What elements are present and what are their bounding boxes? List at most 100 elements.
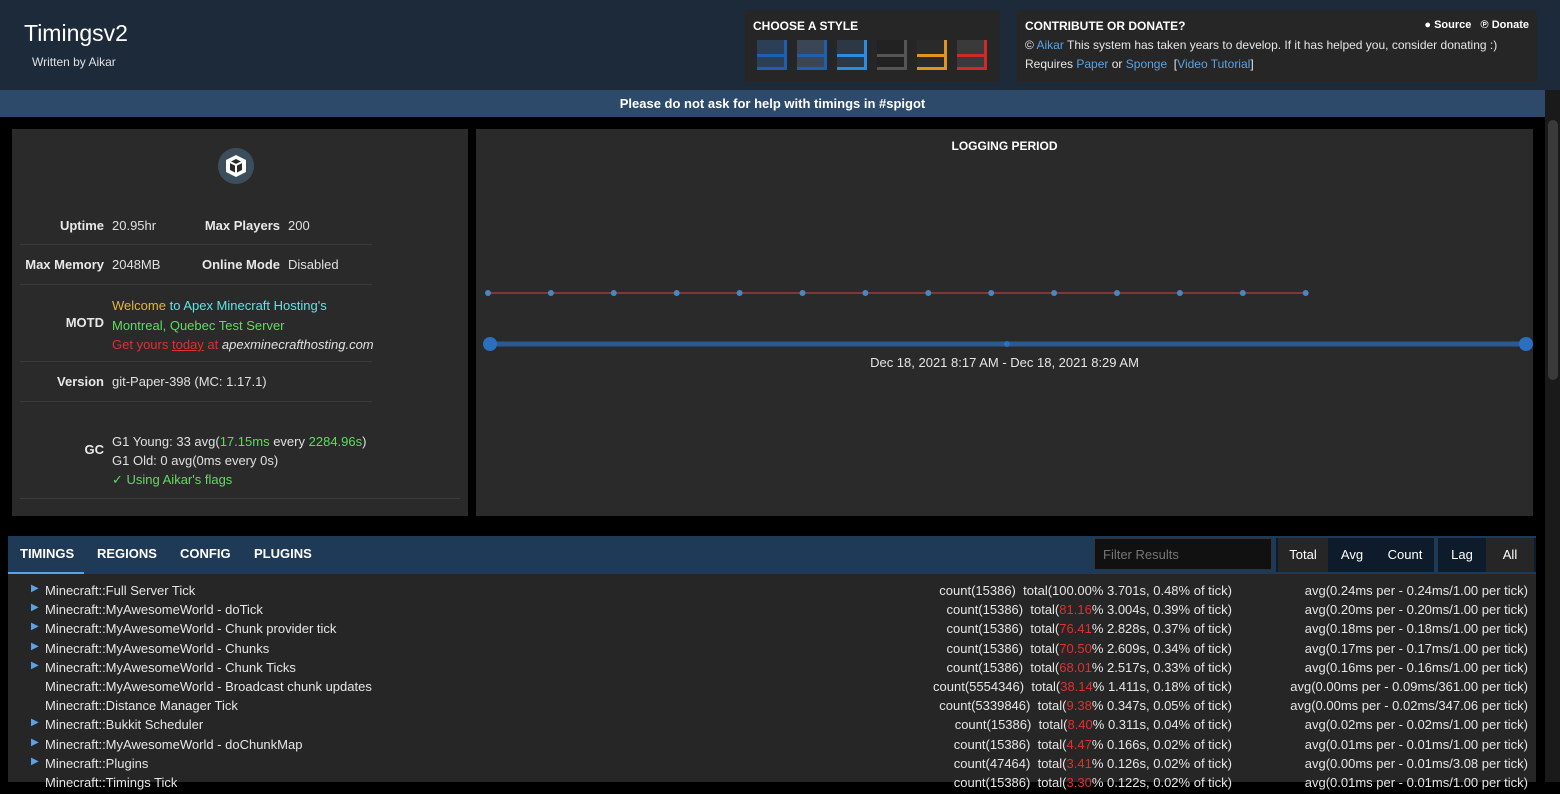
timing-row[interactable]: ▶ Minecraft::MyAwesomeWorld - Chunk provi… <box>8 621 1536 640</box>
timing-avg: avg(0.01ms per - 0.01ms/1.00 per tick) <box>1304 736 1528 752</box>
timing-count: count(15386) <box>953 736 1031 752</box>
graph-point[interactable] <box>673 290 680 296</box>
logging-period-chart[interactable] <box>476 129 1533 516</box>
filter-input[interactable] <box>1094 538 1272 570</box>
server-avatar <box>218 148 254 184</box>
timing-row[interactable]: ▶ Minecraft::MyAwesomeWorld - doChunkMap c… <box>8 737 1536 756</box>
timing-row[interactable]: ▶ Minecraft::MyAwesomeWorld - Chunk Ticks… <box>8 660 1536 679</box>
style-swatch-blue-dark[interactable] <box>757 40 787 70</box>
timing-total: count(5339846) total(9.38% 0.347s, 0.05%… <box>939 698 1232 713</box>
graph-point[interactable] <box>736 290 743 296</box>
video-tutorial-link[interactable]: Video Tutorial <box>1177 57 1250 71</box>
timing-total-suffix: % 1.411s, 0.18% of tick) <box>1092 679 1232 694</box>
expand-arrow-icon[interactable]: ▶ <box>31 602 39 613</box>
or-text: or <box>1111 57 1123 71</box>
mode-button-group: Lag All <box>1438 538 1536 572</box>
donate-panel: CONTRIBUTE OR DONATE? ● Source ℗ Donate … <box>1017 10 1537 82</box>
divider <box>20 284 372 285</box>
donate-link[interactable]: Donate <box>1492 19 1529 31</box>
sponge-link[interactable]: Sponge <box>1126 57 1167 71</box>
expand-arrow-icon[interactable]: ▶ <box>31 583 39 594</box>
expand-arrow-icon[interactable]: ▶ <box>31 737 39 748</box>
timing-row[interactable]: Minecraft::Timings Tick count(15386) tota… <box>8 775 1536 794</box>
style-swatch-blue-bright[interactable] <box>837 40 867 70</box>
author-link[interactable]: Aikar <box>1037 38 1064 52</box>
tab-timings[interactable]: TIMINGS <box>20 546 74 561</box>
timing-row[interactable]: ▶ Minecraft::Bukkit Scheduler count(15386)… <box>8 717 1536 736</box>
sort-count-button[interactable]: Count <box>1376 538 1434 572</box>
expand-arrow-icon[interactable]: ▶ <box>31 621 39 632</box>
graph-point[interactable] <box>1176 290 1183 296</box>
range-handle-mid[interactable] <box>1004 341 1010 347</box>
timing-total: count(15386) total(3.30% 0.122s, 0.02% o… <box>954 775 1232 790</box>
timing-count: count(15386) <box>946 602 1024 618</box>
graph-point[interactable] <box>862 290 869 296</box>
timing-row[interactable]: ▶ Minecraft::MyAwesomeWorld - doTick count… <box>8 602 1536 621</box>
graph-point[interactable] <box>925 290 932 296</box>
timing-total-prefix: total( <box>1030 621 1060 637</box>
range-handle-start[interactable] <box>483 337 497 351</box>
max-players-value: 200 <box>288 218 310 233</box>
timing-total-suffix: % 2.609s, 0.34% of tick) <box>1091 640 1232 656</box>
expand-arrow-icon[interactable]: ▶ <box>31 641 39 652</box>
cube-icon <box>218 148 254 184</box>
motd-text: Quebec <box>169 317 216 333</box>
timing-total: count(47464) total(3.41% 0.126s, 0.02% o… <box>954 756 1232 771</box>
timing-row[interactable]: ▶ Minecraft::MyAwesomeWorld - Chunks count… <box>8 641 1536 660</box>
paper-link[interactable]: Paper <box>1076 57 1108 71</box>
graph-point[interactable] <box>610 290 617 296</box>
tab-regions[interactable]: REGIONS <box>97 546 157 561</box>
graph-point[interactable] <box>988 290 995 296</box>
range-handle-end[interactable] <box>1519 337 1533 351</box>
graph-point[interactable] <box>1051 290 1058 296</box>
mode-all-button[interactable]: All <box>1486 538 1534 572</box>
graph-point[interactable] <box>547 290 554 296</box>
motd-text: today <box>171 337 204 352</box>
expand-arrow-icon[interactable]: ▶ <box>31 717 39 728</box>
timing-total-suffix: % 2.828s, 0.37% of tick) <box>1091 621 1232 637</box>
timing-avg: avg(0.00ms per - 0.09ms/361.00 per tick) <box>1290 679 1528 694</box>
graph-point[interactable] <box>1114 290 1120 296</box>
graph-point[interactable] <box>1239 290 1246 296</box>
mode-lag-button[interactable]: Lag <box>1438 538 1486 572</box>
sort-total-button[interactable]: Total <box>1278 538 1328 572</box>
timing-row[interactable]: ▶ Minecraft::Plugins count(47464) total(3.… <box>8 756 1536 775</box>
graph-point[interactable] <box>1302 290 1309 296</box>
expand-arrow-icon[interactable]: ▶ <box>31 756 39 767</box>
source-link[interactable]: Source <box>1434 19 1471 31</box>
aikar-flags-status: ✓ Using Aikar's flags <box>112 472 233 487</box>
tab-config[interactable]: CONFIG <box>180 546 231 561</box>
style-swatch-black[interactable] <box>877 40 907 70</box>
graph-point[interactable] <box>485 290 491 296</box>
style-swatch-blue-gray[interactable] <box>797 40 827 70</box>
github-icon[interactable]: ● <box>1424 19 1431 31</box>
timing-total: count(15386) total(81.16% 3.004s, 0.39% … <box>947 602 1233 617</box>
section-tabs-bar: TIMINGS REGIONS CONFIG PLUGINS Total Avg… <box>8 536 1536 574</box>
timing-count: count(15386) <box>946 640 1024 656</box>
timing-avg: avg(0.00ms per - 0.02ms/347.06 per tick) <box>1290 698 1528 714</box>
timing-total-suffix: % 0.347s, 0.05% of tick) <box>1091 698 1232 714</box>
timing-total-prefix: total( <box>1030 640 1060 656</box>
timing-avg: avg(0.24ms per - 0.24ms/1.00 per tick) <box>1304 583 1528 598</box>
version-label: Version <box>57 374 104 389</box>
timing-row[interactable]: Minecraft::MyAwesomeWorld - Broadcast ch… <box>8 679 1536 698</box>
timing-name: Minecraft::MyAwesomeWorld - Broadcast ch… <box>45 679 372 694</box>
motd-text: Montreal, <box>112 317 167 333</box>
timing-name: Minecraft::Timings Tick <box>45 775 178 790</box>
timing-row[interactable]: Minecraft::Distance Manager Tick count(53… <box>8 698 1536 717</box>
graph-point[interactable] <box>799 290 806 296</box>
timing-count: count(15386) <box>946 659 1024 675</box>
gc-value: G1 Young: 33 avg(17.15ms every 2284.96s)… <box>112 432 366 489</box>
sort-avg-button[interactable]: Avg <box>1328 538 1376 572</box>
app-subtitle: Written by Aikar <box>32 55 116 69</box>
online-mode-label: Online Mode <box>202 257 280 272</box>
timing-row[interactable]: ▶ Minecraft::Full Server Tick count(15386)… <box>8 583 1536 602</box>
expand-arrow-icon[interactable]: ▶ <box>31 660 39 671</box>
timing-total: count(15386) total(76.41% 2.828s, 0.37% … <box>947 621 1233 636</box>
tab-plugins[interactable]: PLUGINS <box>254 546 312 561</box>
style-swatch-red[interactable] <box>957 40 987 70</box>
motd-text: apexminecrafthosting.com <box>221 337 374 352</box>
scrollbar-thumb[interactable] <box>1548 120 1558 380</box>
paypal-icon[interactable]: ℗ <box>1481 19 1489 31</box>
style-swatch-orange[interactable] <box>917 40 947 70</box>
